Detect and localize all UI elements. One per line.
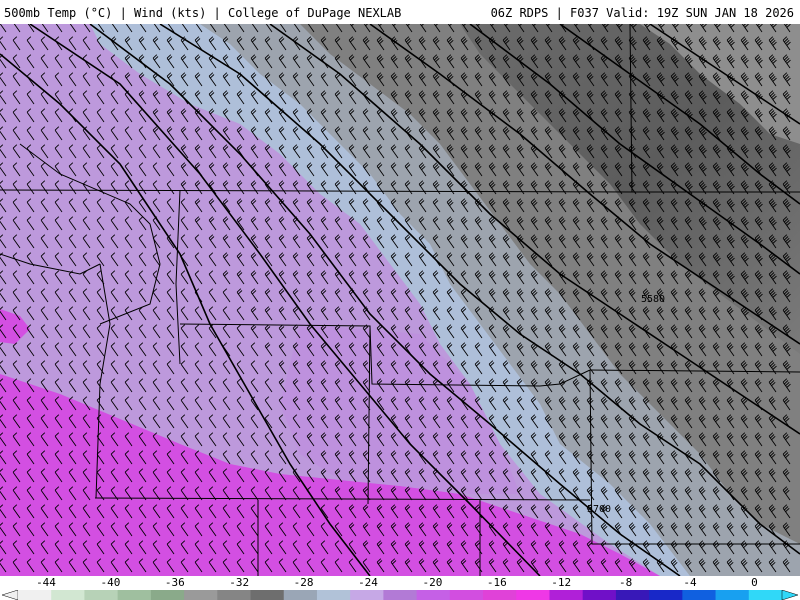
colorbar-swatch [117,590,152,600]
colorbar-tick-label: -12 [551,576,572,589]
contour-label-5700: 5700 [587,504,611,515]
colorbar-swatch [250,590,285,600]
colorbar-swatch [51,590,85,600]
colorbar-swatch [184,590,218,600]
map-canvas: 5580 5700 [0,18,800,577]
colorbar-tick-label: -44 [36,576,56,589]
colorbar-tick-label: -4 [683,576,697,589]
colorbar-arrow-right [781,590,799,600]
header-bar: 500mb Temp (°C) | Wind (kts) | College o… [0,0,800,24]
colorbar-tick-label: -28 [293,576,314,589]
colorbar-tick-label: -20 [422,576,443,589]
colorbar-swatch [615,590,650,600]
colorbar-swatch [18,590,52,600]
colorbar-tick-label: -32 [229,576,250,589]
colorbar-swatch [283,590,318,600]
colorbar-tick-label: -24 [358,576,378,589]
colorbar-swatch [649,590,683,600]
model-valid-time: 06Z RDPS | F037 Valid: 19Z SUN JAN 18 20… [490,6,794,20]
colorbar-swatch [84,590,119,600]
colorbar-swatch [748,590,783,600]
colorbar-tick-label: -8 [618,576,633,589]
colorbar-tick-label: -16 [486,576,507,589]
colorbar-swatches [1,590,799,600]
colorbar-swatch [150,590,185,600]
colorbar-swatch [549,590,584,600]
colorbar-swatch [316,590,351,600]
product-title: 500mb Temp (°C) | Wind (kts) | College o… [4,6,402,20]
colorbar-swatch [682,590,717,600]
colorbar-swatch [217,590,252,600]
colorbar-swatch [516,590,550,600]
temperature-colorbar: -44 -40 -36 -32 -28 -24 -20 -16 -12 -8 -4 0 [0,576,800,600]
colorbar-tick-label: -40 [100,576,121,589]
colorbar-swatch [449,590,484,600]
colorbar-arrow-left [1,590,19,600]
colorbar-swatch [383,590,418,600]
colorbar-tick-label: -36 [164,576,185,589]
colorbar-swatch [715,590,750,600]
weather-map[interactable]: 5580 5700 [0,18,800,577]
colorbar-swatch [483,590,517,600]
colorbar-tick-label: 0 [751,576,758,589]
contour-label-5580: 5580 [641,294,665,305]
colorbar-swatch [416,590,451,600]
colorbar-swatch [350,590,384,600]
colorbar-swatch [582,590,617,600]
